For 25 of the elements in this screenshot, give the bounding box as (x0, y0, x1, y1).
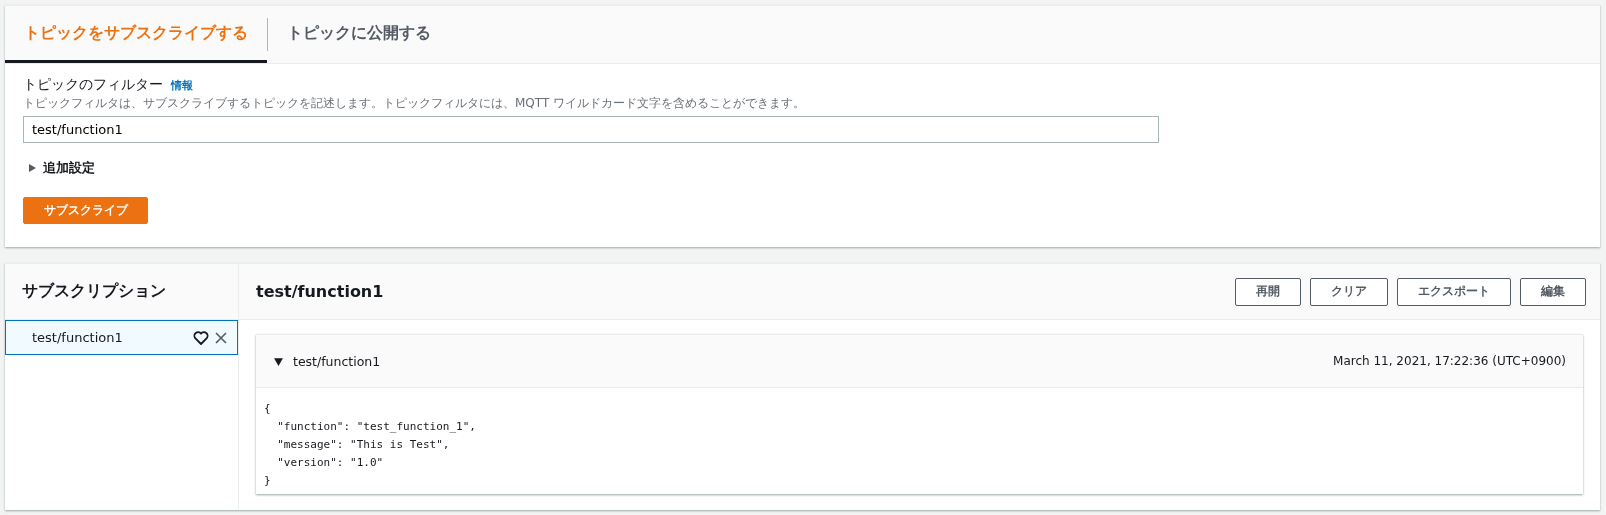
code-line: { (264, 401, 271, 417)
panel-title: test/function1 (256, 282, 384, 301)
toolbar-button[interactable]: クリア (1310, 277, 1388, 306)
close-icon[interactable] (213, 329, 229, 346)
message-toggle[interactable]: test/function1 (273, 353, 381, 369)
heart-icon[interactable] (193, 329, 209, 346)
triangle-icon (273, 355, 284, 367)
triangle-icon (27, 163, 37, 173)
timestamp: March 11, 2021, 17:22:36 (UTC+0900) (1333, 354, 1566, 368)
toolbar-button[interactable]: 編集 (1520, 277, 1586, 306)
code-line: "version": "1.0" (276, 455, 384, 471)
subscription-item[interactable]: test/function1 (5, 320, 238, 355)
toolbar-button[interactable]: 再開 (1235, 277, 1301, 306)
field-label: トピックのフィルター (23, 76, 163, 94)
tab[interactable]: トピックに公開する (268, 6, 450, 63)
toolbar-button[interactable]: エクスポート (1397, 277, 1511, 306)
panel-title: サブスクリプション (22, 281, 166, 302)
subscription-topic: test/function1 (32, 330, 124, 345)
code-line: } (264, 473, 271, 489)
topic-filter-field[interactable]: test/function1 (23, 116, 1159, 143)
code-line: "function": "test_function_1", (276, 419, 476, 435)
info-link[interactable]: 情報 (171, 78, 193, 93)
additional-settings-toggle[interactable]: 追加設定 (23, 159, 99, 177)
code-line: "message": "This is Test", (276, 437, 450, 453)
field-description: トピックフィルタは、サブスクライブするトピックを記述します。トピックフィルタには、MQTT ワイルドカード文字を含めることができます。 (23, 95, 807, 112)
